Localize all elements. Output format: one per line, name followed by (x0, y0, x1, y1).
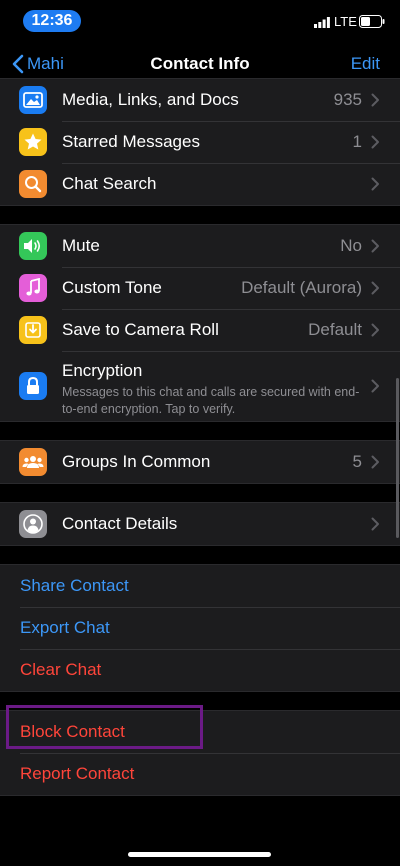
chevron-right-icon (371, 455, 379, 469)
chevron-right-icon (371, 281, 379, 295)
row-value: Default (Aurora) (241, 278, 362, 297)
person-icon (19, 510, 47, 538)
row-label: Starred Messages (62, 132, 200, 151)
status-bar: 12:36 LTE (0, 0, 400, 44)
starred-messages-row[interactable]: Starred Messages 1 (0, 121, 400, 163)
share-contact-button[interactable]: Share Contact (20, 575, 129, 597)
actions-group: Share Contact Export Chat Clear Chat (0, 564, 400, 692)
groups-in-common-group: Groups In Common 5 (0, 440, 400, 484)
photo-icon (19, 86, 47, 114)
media-group: Media, Links, and Docs 935 Starred Messa… (0, 78, 400, 206)
export-chat-button[interactable]: Export Chat (20, 617, 110, 639)
report-contact-button[interactable]: Report Contact (20, 763, 134, 785)
battery-icon (359, 15, 385, 28)
save-to-camera-roll-row[interactable]: Save to Camera Roll Default (0, 309, 400, 351)
encryption-description: Messages to this chat and calls are secu… (62, 385, 360, 416)
lock-icon (19, 372, 47, 400)
search-icon (19, 170, 47, 198)
page-title: Contact Info (150, 54, 250, 73)
home-indicator[interactable] (128, 852, 271, 857)
chevron-right-icon (371, 379, 379, 393)
signal-strength-icon (314, 17, 330, 28)
star-icon (19, 128, 47, 156)
contact-info-list: Media, Links, and Docs 935 Starred Messa… (0, 78, 400, 796)
contact-details-group: Contact Details (0, 502, 400, 546)
chevron-right-icon (371, 93, 379, 107)
edit-button[interactable]: Edit (351, 53, 380, 75)
row-label: Encryption (62, 361, 143, 380)
row-value: 5 (352, 452, 362, 471)
row-label: Contact Details (62, 514, 178, 533)
chevron-right-icon (371, 323, 379, 337)
chat-search-row[interactable]: Chat Search (0, 163, 400, 205)
row-label: Save to Camera Roll (62, 320, 219, 339)
block-contact-button[interactable]: Block Contact (20, 721, 125, 743)
row-label: Custom Tone (62, 278, 162, 297)
groups-in-common-row[interactable]: Groups In Common 5 (0, 441, 400, 483)
row-label: Media, Links, and Docs (62, 90, 239, 109)
chevron-right-icon (371, 517, 379, 531)
scroll-indicator[interactable] (396, 378, 399, 538)
chevron-right-icon (371, 135, 379, 149)
chevron-right-icon (371, 239, 379, 253)
export-chat-row[interactable]: Export Chat (0, 607, 400, 649)
row-label: Groups In Common (62, 452, 211, 471)
clear-chat-button[interactable]: Clear Chat (20, 659, 101, 681)
danger-group: Block Contact Report Contact (0, 710, 400, 796)
row-value: Default (308, 320, 362, 339)
download-icon (19, 316, 47, 344)
network-type-label: LTE (334, 14, 357, 29)
row-label: Chat Search (62, 174, 157, 193)
row-value: 935 (333, 90, 362, 109)
encryption-row[interactable]: Encryption Messages to this chat and cal… (0, 351, 400, 421)
block-contact-row[interactable]: Block Contact (0, 711, 400, 753)
music-note-icon (19, 274, 47, 302)
group-icon (19, 448, 47, 476)
share-contact-row[interactable]: Share Contact (0, 565, 400, 607)
contact-details-row[interactable]: Contact Details (0, 503, 400, 545)
mute-row[interactable]: Mute No (0, 225, 400, 267)
custom-tone-row[interactable]: Custom Tone Default (Aurora) (0, 267, 400, 309)
report-contact-row[interactable]: Report Contact (0, 753, 400, 795)
clear-chat-row[interactable]: Clear Chat (0, 649, 400, 691)
media-links-docs-row[interactable]: Media, Links, and Docs 935 (0, 79, 400, 121)
row-label: Mute (62, 236, 100, 255)
settings-group: Mute No Custom Tone Default (Aurora) Sav… (0, 224, 400, 422)
status-time[interactable]: 12:36 (23, 10, 81, 32)
chevron-right-icon (371, 177, 379, 191)
row-value: No (340, 236, 362, 255)
speaker-icon (19, 232, 47, 260)
row-value: 1 (352, 132, 362, 151)
